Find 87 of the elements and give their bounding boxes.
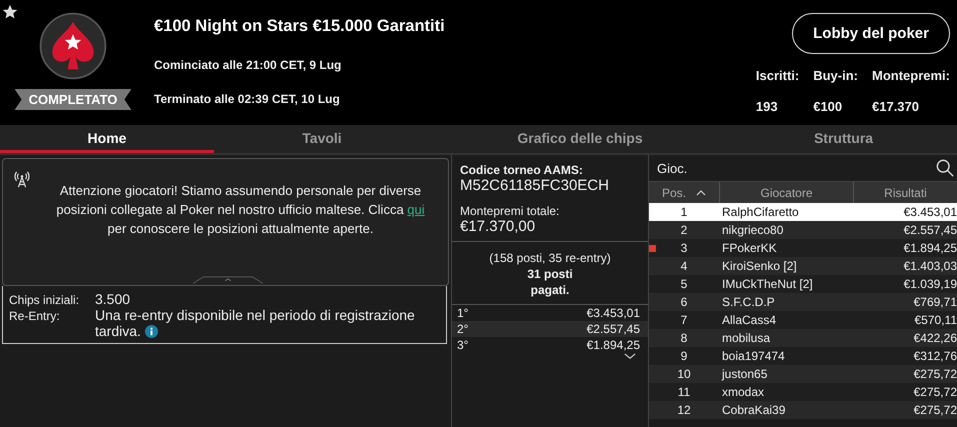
result-cell-text: €1.403,03: [902, 259, 957, 273]
search-icon[interactable]: [936, 159, 954, 177]
stat-value: €100: [813, 99, 844, 114]
position-cell-text: 10: [676, 367, 692, 381]
position-cell-text: 1: [680, 205, 688, 219]
player-row[interactable]: 1 RalphCifaretto €3.453,01: [649, 203, 957, 221]
tab[interactable]: Home: [0, 125, 214, 153]
tab[interactable]: Grafico delle chips: [430, 125, 730, 153]
sort-ascending-icon: [696, 190, 706, 196]
result-cell-text: €312,76: [912, 349, 957, 363]
player-name-cell-text: AllaCass4: [721, 313, 778, 327]
player-row[interactable]: 4 KiroiSenko [2] €1.403,03: [649, 257, 957, 275]
player-name-cell-text: FPokerKK: [721, 241, 778, 255]
code-label: Codice torneo AAMS:: [460, 163, 584, 177]
player-name-cell-text: xmodax: [721, 385, 766, 399]
position-cell-text: 5: [680, 277, 688, 291]
collapse-handle[interactable]: [193, 274, 263, 286]
end-time: Terminato alle 02:39 CET, 10 Lug: [154, 92, 341, 106]
star-icon[interactable]: [2, 4, 18, 20]
status-ribbon: COMPLETATO: [14, 89, 132, 110]
position-cell-text: 11: [676, 385, 692, 399]
entries-text: (158 posti, 35 re-entry): [488, 250, 612, 266]
player-name-cell-text: RalphCifaretto: [721, 205, 800, 219]
chevron-down-icon[interactable]: [624, 353, 636, 360]
tab[interactable]: Struttura: [730, 125, 957, 153]
player-name-cell-text: KiroiSenko [2]: [721, 259, 798, 273]
info-icon[interactable]: [144, 325, 158, 338]
start-time: Cominciato alle 21:00 CET, 9 Lug: [154, 58, 342, 72]
player-row[interactable]: 12 CobraKai39 €275,72: [649, 401, 957, 419]
player-row[interactable]: 2 nikgrieco80 €2.557,45: [649, 221, 957, 239]
link[interactable]: qui: [407, 202, 425, 217]
position-cell-text: 8: [680, 331, 688, 345]
paid-places-text: pagati.: [530, 282, 570, 298]
player-name-cell-text: S.F.C.D.P: [721, 295, 776, 309]
tournament-code: M52C61185FC30ECH: [460, 177, 610, 194]
result-cell-text: €1.039,19: [902, 277, 957, 291]
paid-places-text: 31 posti: [526, 266, 574, 282]
detail-value: Una re-entry disponibile nel periodo di registrazione tardiva.: [95, 307, 416, 339]
player-row[interactable]: 10 juston65 €275,72: [649, 365, 957, 383]
place-amount: €3.453,01: [586, 306, 640, 320]
prize-pool-value: €17.370,00: [460, 218, 536, 235]
notice-text: Attenzione giocatori! Stiamo assumendo personale per diverse posizioni collegate al Poker nel nostro ufficio maltese. Clicca qui per conoscere le posizioni attualmente aperte.: [55, 182, 426, 238]
position-cell-text: 9: [680, 349, 688, 363]
stat-label: Montepremi:: [872, 68, 950, 83]
result-cell-text: €769,71: [912, 295, 957, 309]
place-label: 3°: [457, 338, 468, 352]
detail-label: Re-Entry:: [9, 308, 61, 325]
stat-value: 193: [756, 99, 779, 114]
result-cell-text: €275,72: [912, 385, 957, 399]
stat-label: Iscritti:: [756, 68, 800, 83]
result-cell-text: €570,11: [914, 313, 957, 327]
player-row[interactable]: 6 S.F.C.D.P €769,71: [649, 293, 957, 311]
player-name-cell-text: IMuCkTheNut [2]: [721, 277, 814, 291]
player-name-cell-text: mobilusa: [721, 331, 772, 345]
stat-value: €17.370: [872, 99, 920, 114]
position-cell-text: 6: [680, 295, 688, 309]
tournament-title: €100 Night on Stars €15.000 Garantiti: [154, 17, 446, 36]
place-label: 1°: [457, 306, 468, 320]
column-header[interactable]: Risultati: [854, 182, 957, 203]
position-cell-text: 2: [680, 223, 688, 237]
result-cell-text: €1.894,25: [902, 241, 957, 255]
result-cell-text: €2.557,45: [902, 223, 957, 237]
prize-pool-label: Montepremi totale:: [460, 204, 560, 218]
position-cell-text: 12: [676, 403, 692, 417]
detail-label: Chips iniziali:: [9, 292, 80, 307]
player-name-cell-text: nikgrieco80: [721, 223, 784, 237]
position-cell-text: 4: [680, 259, 688, 273]
player-name-cell-text: juston65: [720, 367, 768, 381]
spade-logo-icon: [37, 10, 109, 82]
detail-value: 3.500: [95, 291, 130, 307]
search-field[interactable]: Gioc.: [655, 160, 936, 176]
place-amount: €2.557,45: [586, 322, 640, 336]
result-cell-text: €422,26: [912, 331, 957, 345]
result-cell-text: €275,72: [912, 367, 957, 381]
player-name-cell-text: boia197474: [721, 349, 786, 363]
lobby-button[interactable]: Lobby del poker: [792, 13, 950, 54]
result-cell-text: €275,72: [912, 403, 957, 417]
antenna-icon: [13, 171, 31, 189]
player-name-cell-text: CobraKai39: [721, 403, 786, 417]
player-row[interactable]: 8 mobilusa €422,26: [649, 329, 957, 347]
place-label: 2°: [457, 322, 468, 336]
result-cell-text: €3.453,01: [902, 205, 957, 219]
place-amount: €1.894,25: [586, 338, 640, 352]
stat-label: Buy-in:: [813, 68, 858, 83]
position-cell-text: 3: [680, 241, 688, 255]
tab[interactable]: Tavoli: [214, 125, 430, 153]
position-cell-text: 7: [680, 313, 688, 327]
